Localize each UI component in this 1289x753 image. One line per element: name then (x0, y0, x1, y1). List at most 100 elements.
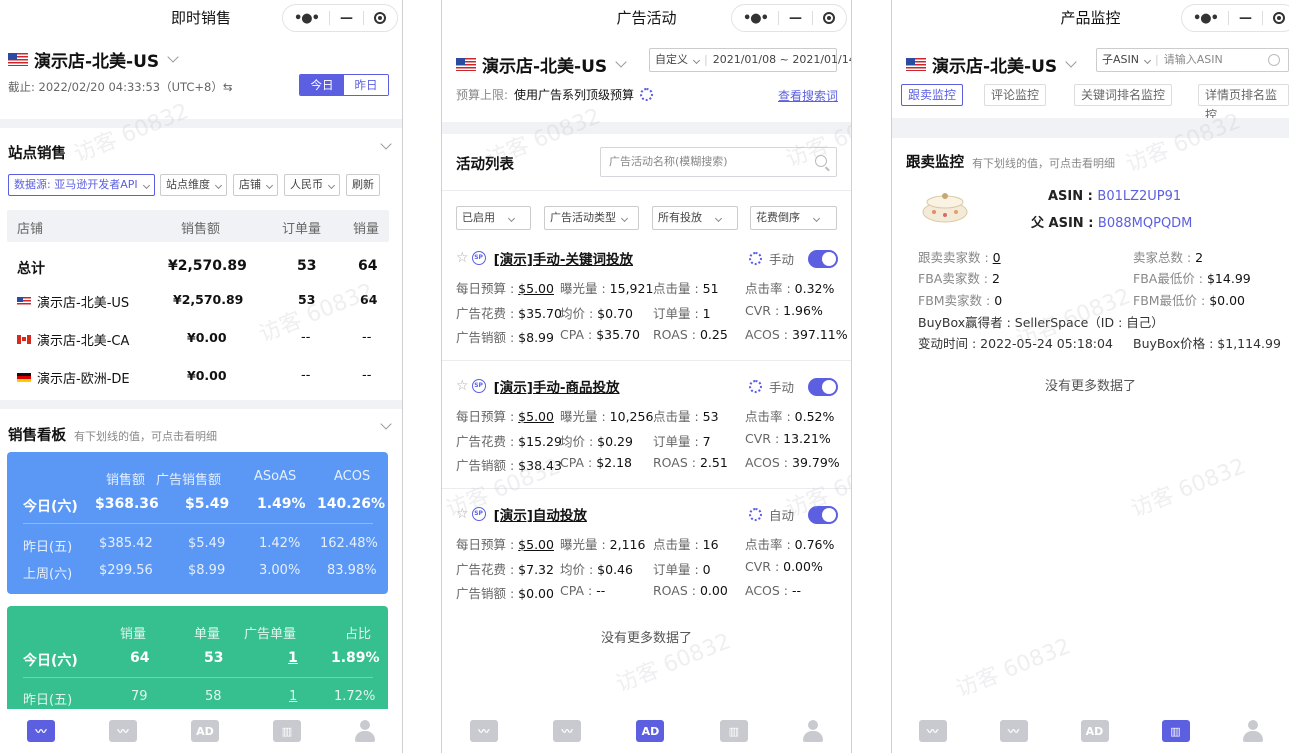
search-terms-link[interactable]: 查看搜索词 (778, 87, 838, 104)
volume-card: 销量 单量 广告单量 占比 今日(六) 64 53 1 1.89% 昨日(五) … (7, 606, 388, 726)
date-range-picker[interactable]: 自定义 | 2021/01/08 ~ 2021/01/14 (649, 48, 851, 72)
tab-user-icon[interactable] (355, 720, 375, 742)
mini-program-capsule[interactable]: •●• — (731, 4, 847, 32)
campaign-item[interactable]: ☆ SP [演示]手动-商品投放 手动 每日预算 : $5.00 曝光量 : 10,… (442, 376, 851, 481)
gear-icon[interactable] (749, 252, 762, 265)
search-icon (815, 155, 827, 167)
chevron-down-icon (1065, 56, 1077, 68)
budget-line: 预算上限: 使用广告系列顶级预算 (456, 86, 660, 103)
top-bar: 产品监控 •●• — (892, 0, 1289, 36)
site-dimension-filter[interactable]: 站点维度 (160, 174, 227, 196)
close-target-icon[interactable] (373, 12, 386, 24)
ad-orders-link[interactable]: 1 (288, 650, 298, 666)
follow-sellers-link[interactable]: 0 (993, 250, 1001, 265)
us-flag-icon (8, 53, 28, 66)
search-icon[interactable] (1268, 54, 1280, 66)
campaign-toggle[interactable] (808, 249, 839, 268)
tab-ad-icon[interactable]: AD (1080, 720, 1109, 742)
divider (0, 119, 402, 128)
currency-filter[interactable]: 人民币 (284, 174, 340, 196)
close-target-icon[interactable] (822, 12, 835, 24)
tab-chart-icon[interactable]: 〰 (999, 720, 1028, 742)
no-more-data: 没有更多数据了 (1044, 379, 1136, 394)
close-target-icon[interactable] (1272, 12, 1285, 24)
data-source-filter[interactable]: 数据源: 亚马逊开发者API (8, 174, 155, 196)
sales-card: 销售额 广告销售额 ASoAS ACOS 今日(六) $368.36 $5.49… (7, 452, 388, 594)
collapse-chevron-icon[interactable] (380, 138, 392, 150)
tab-ad-icon[interactable]: AD (636, 720, 665, 742)
campaign-name[interactable]: [演示]自动投放 (494, 504, 587, 524)
change-time: 变动时间 : 2022-05-24 05:18:04 (918, 336, 1113, 351)
campaign-toggle[interactable] (808, 377, 839, 396)
targeting-filter[interactable]: 所有投放 (652, 206, 738, 230)
minimize-icon[interactable]: — (1239, 11, 1252, 26)
status-filter[interactable]: 已启用 (456, 206, 531, 230)
more-icon[interactable]: •●• (743, 11, 769, 26)
daily-budget-link[interactable]: $5.00 (518, 409, 554, 424)
chevron-down-icon (167, 51, 179, 63)
tab-user-icon[interactable] (1242, 720, 1263, 742)
store-filter[interactable]: 店铺 (233, 174, 278, 196)
minimize-icon[interactable]: — (789, 11, 802, 26)
asin-type-select[interactable]: 子ASIN (1102, 53, 1139, 66)
tab-sales-trend-icon[interactable]: 〰 (469, 720, 498, 742)
tab-monitor-icon[interactable]: ▥ (719, 720, 748, 742)
minimize-icon[interactable]: — (340, 11, 353, 26)
campaign-search-input[interactable]: 广告活动名称(模糊搜索) (600, 147, 837, 177)
tab-sales-trend-icon[interactable]: 〰 (27, 720, 55, 742)
no-more-data: 没有更多数据了 (600, 631, 692, 646)
divider (442, 122, 851, 134)
tab-follow-sell[interactable]: 跟卖监控 (901, 84, 964, 106)
campaign-toggle[interactable] (808, 505, 839, 524)
asin-input[interactable]: 请输入ASIN (1164, 53, 1223, 66)
tab-keyword-rank[interactable]: 关键词排名监控 (1074, 84, 1173, 106)
store-selector[interactable]: 演示店-北美-US (456, 52, 627, 77)
asin-link[interactable]: B01LZ2UP91 (1097, 189, 1181, 204)
total-sellers: 卖家总数 : 2 (1133, 250, 1204, 265)
asin-search[interactable]: 子ASIN | 请输入ASIN (1096, 48, 1289, 72)
tab-reviews[interactable]: 评论监控 (984, 84, 1047, 106)
tab-chart-icon[interactable]: 〰 (553, 720, 582, 742)
star-icon[interactable]: ☆ (456, 378, 469, 394)
fbm-sellers: FBM卖家数 : 0 (918, 293, 1003, 308)
tab-user-icon[interactable] (803, 720, 824, 742)
bottom-tab-bar: 〰 〰 AD ▥ (0, 709, 402, 753)
col-store: 店铺 (17, 222, 44, 237)
campaign-item[interactable]: ☆ SP [演示]手动-关键词投放 手动 每日预算 : $5.00 曝光量 : 15… (442, 248, 851, 353)
campaign-name[interactable]: [演示]手动-关键词投放 (494, 248, 633, 268)
campaign-item[interactable]: ☆ SP [演示]自动投放 自动 每日预算 : $5.00 曝光量 : 2,116 … (442, 504, 851, 609)
campaign-name[interactable]: [演示]手动-商品投放 (494, 376, 620, 396)
sort-filter[interactable]: 花费倒序 (750, 206, 837, 230)
daily-budget-link[interactable]: $5.00 (518, 281, 554, 296)
tab-sales-trend-icon[interactable]: 〰 (918, 720, 947, 742)
collapse-chevron-icon[interactable] (380, 418, 392, 430)
gear-icon[interactable] (640, 88, 654, 101)
store-selector[interactable]: 演示店-北美-US (8, 47, 179, 72)
panel-divider (851, 0, 852, 753)
tab-chart-icon[interactable]: 〰 (109, 720, 137, 742)
more-icon[interactable]: •●• (1193, 11, 1219, 26)
product-image[interactable] (920, 188, 970, 224)
gear-icon[interactable] (749, 380, 762, 393)
day-toggle[interactable]: 今日 昨日 (299, 74, 389, 96)
daily-budget-link[interactable]: $5.00 (518, 537, 554, 552)
type-filter[interactable]: 广告活动类型 (544, 206, 639, 230)
today-button[interactable]: 今日 (300, 75, 344, 95)
mini-program-capsule[interactable]: •●• — (1181, 4, 1289, 32)
tab-ad-icon[interactable]: AD (191, 720, 219, 742)
refresh-button[interactable]: 刷新 (346, 174, 380, 196)
store-selector[interactable]: 演示店-北美-US (906, 52, 1077, 77)
more-icon[interactable]: •●• (294, 11, 320, 26)
star-icon[interactable]: ☆ (456, 506, 469, 522)
parent-asin-link[interactable]: B088MQPQDM (1098, 216, 1192, 231)
tab-monitor-icon[interactable]: ▥ (273, 720, 301, 742)
tab-monitor-icon[interactable]: ▥ (1161, 720, 1190, 742)
yesterday-button[interactable]: 昨日 (344, 75, 388, 95)
sales-board-title: 销售看板 有下划线的值，可点击看明细 (8, 428, 217, 444)
ad-orders-link[interactable]: 1 (289, 689, 297, 704)
mini-program-capsule[interactable]: •●• — (282, 4, 398, 32)
star-icon[interactable]: ☆ (456, 250, 469, 266)
tab-detail-rank[interactable]: 详情页排名监控 (1198, 84, 1289, 122)
fba-min-price: FBA最低价 : $14.99 (1133, 271, 1251, 286)
gear-icon[interactable] (749, 508, 762, 521)
